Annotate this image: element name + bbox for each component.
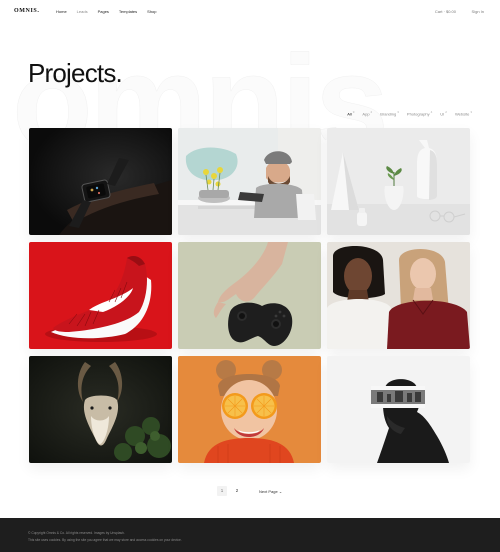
account-link[interactable]: Sign In (472, 9, 484, 14)
filter-branding[interactable]: Branding3 (380, 110, 399, 116)
page-title: Projects. (28, 58, 123, 88)
project-card-citrus[interactable] (178, 356, 321, 463)
page-2-button[interactable]: 2 (232, 486, 242, 496)
project-card-controller[interactable] (178, 242, 321, 349)
filter-photography[interactable]: Photography4 (407, 110, 432, 116)
hero-watermark: omnis (0, 40, 500, 140)
project-card-double-exposure[interactable] (327, 356, 470, 463)
project-card-portrait[interactable] (327, 242, 470, 349)
pagination: 1 2 Next Page ⌄ (0, 486, 500, 496)
workspace-photo (178, 128, 321, 235)
site-logo[interactable]: OMNIS. (14, 8, 39, 14)
copyright-text: © Copyright Omnis & Co. All rights reser… (28, 531, 125, 535)
main-nav: Home Leads Pages Templates Shop (56, 9, 167, 14)
ceramics-photo (327, 128, 470, 235)
project-card-workspace[interactable] (178, 128, 321, 235)
watermark-text: omnis (12, 40, 389, 140)
next-page-label: Next Page (259, 489, 278, 494)
filter-ui[interactable]: UI2 (440, 110, 447, 116)
project-card-watch[interactable] (29, 128, 172, 235)
sneaker-photo (29, 242, 172, 349)
filter-website[interactable]: Website3 (455, 110, 472, 116)
page-1-button[interactable]: 1 (217, 486, 227, 496)
filter-app[interactable]: App2 (362, 110, 372, 116)
project-filters: All9 App2 Branding3 Photography4 UI2 Web… (347, 110, 472, 116)
filter-all[interactable]: All9 (347, 110, 354, 116)
wildlife-photo (29, 356, 172, 463)
watch-photo (29, 128, 172, 235)
nav-item-pages[interactable]: Pages (98, 9, 109, 14)
citrus-photo (178, 356, 321, 463)
cookie-notice: This site uses cookies. By using the sit… (28, 538, 182, 542)
project-card-sneaker[interactable] (29, 242, 172, 349)
nav-item-templates[interactable]: Templates (119, 9, 137, 14)
portrait-photo (327, 242, 470, 349)
nav-item-leads[interactable]: Leads (77, 9, 88, 14)
controller-photo (178, 242, 321, 349)
site-header: OMNIS. Home Leads Pages Templates Shop C… (0, 0, 500, 24)
project-card-wildlife[interactable] (29, 356, 172, 463)
chevron-down-icon: ⌄ (278, 489, 283, 494)
site-footer: © Copyright Omnis & Co. All rights reser… (0, 518, 500, 552)
nav-item-home[interactable]: Home (56, 9, 67, 14)
project-card-ceramics[interactable] (327, 128, 470, 235)
cart-link[interactable]: Cart · $0.00 (435, 9, 456, 14)
next-page-link[interactable]: Next Page ⌄ (259, 489, 282, 494)
double-exposure-photo (327, 356, 470, 463)
project-grid (29, 128, 471, 463)
nav-item-shop[interactable]: Shop (147, 9, 156, 14)
